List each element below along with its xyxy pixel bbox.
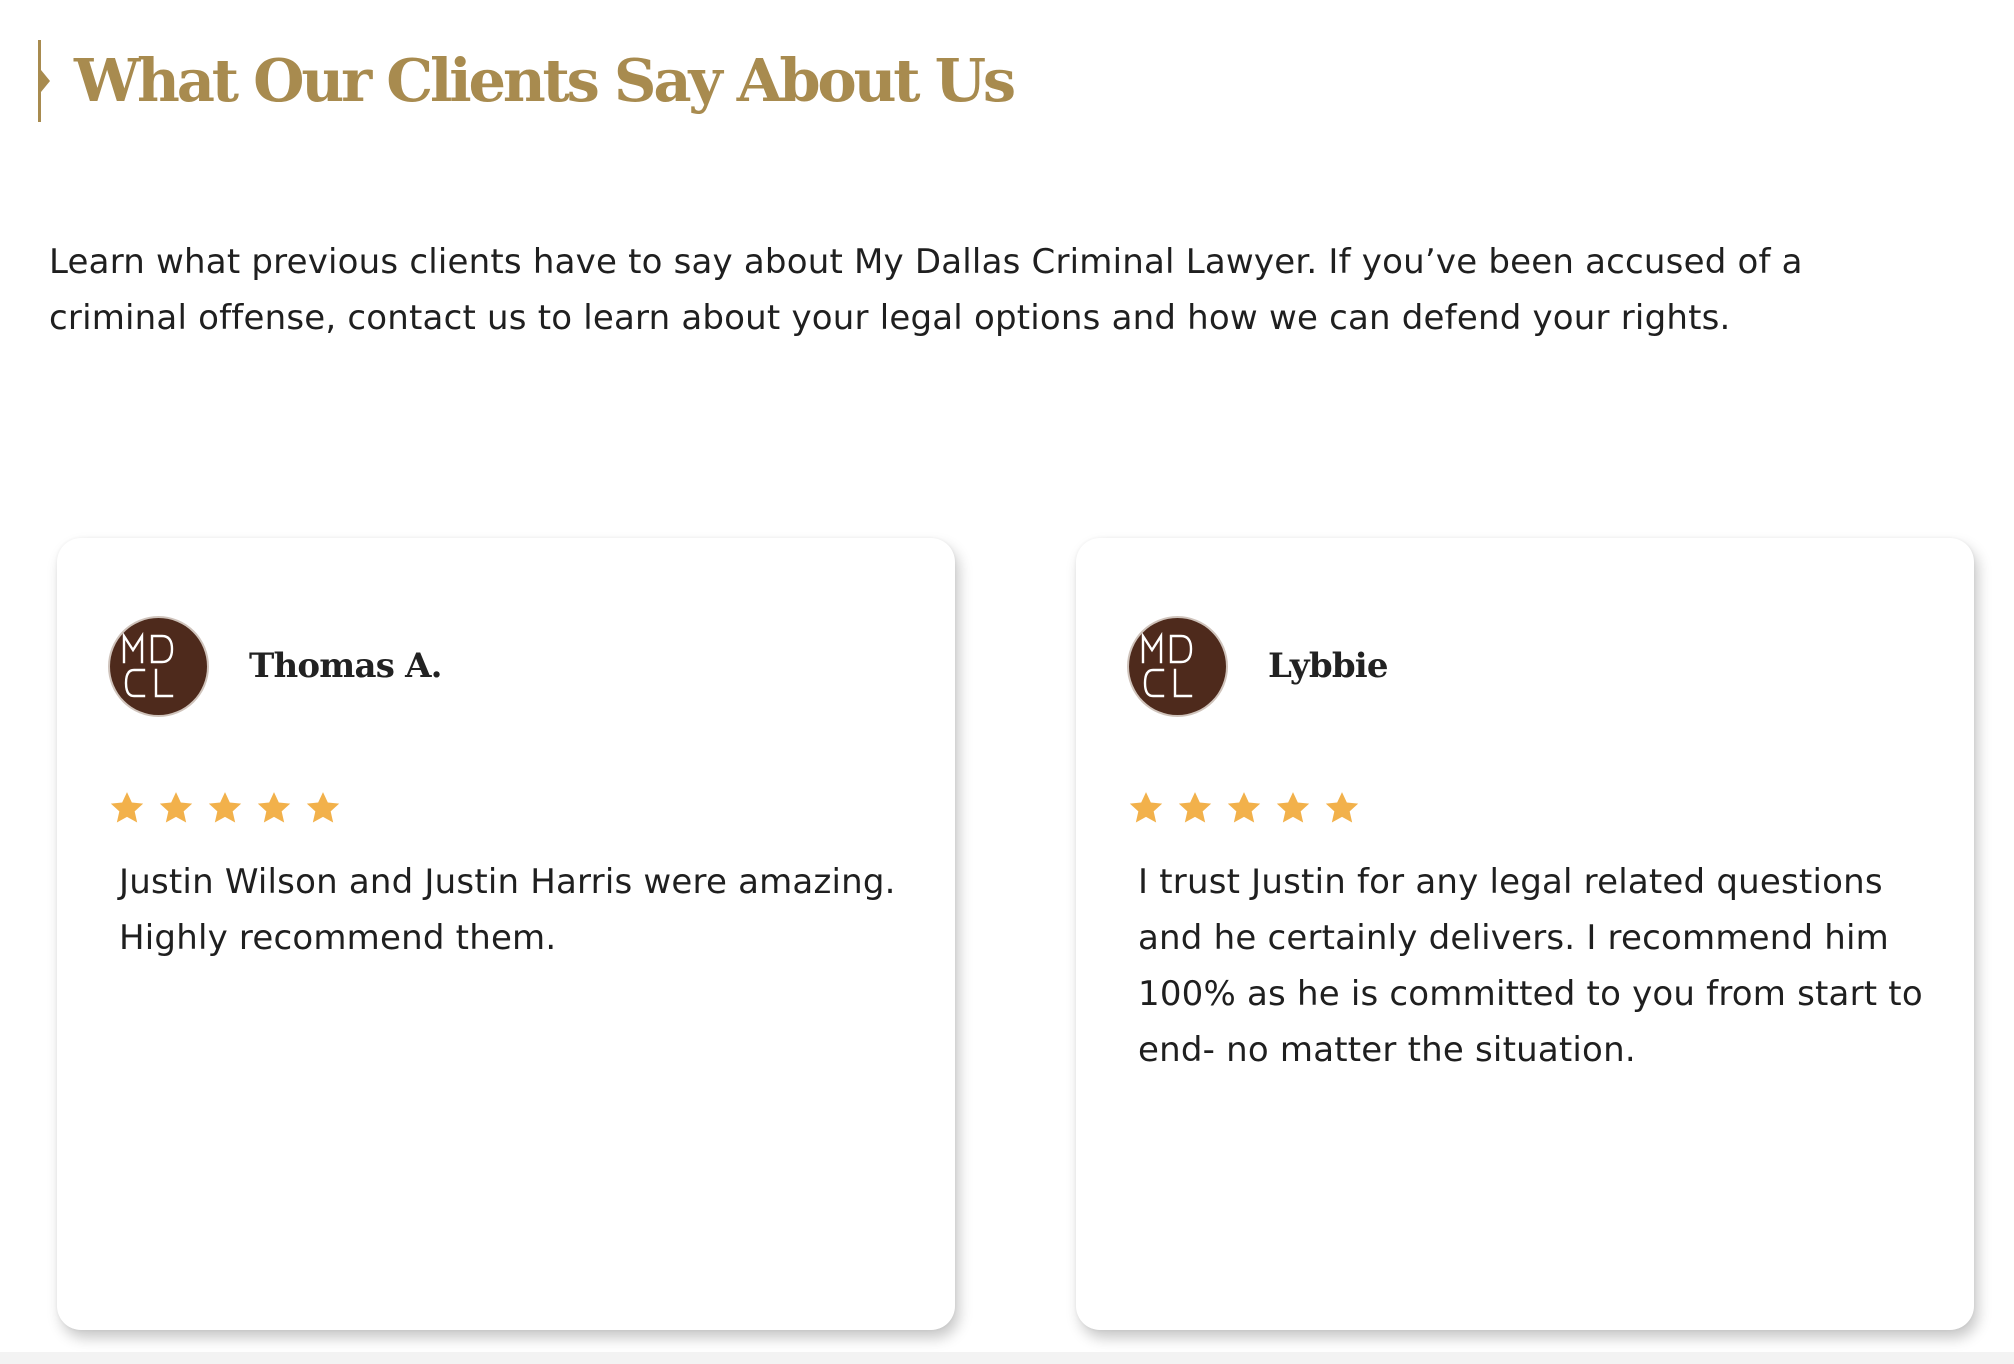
review-card: Lybbie I trust Justin for any legal rela… (1076, 538, 1974, 1330)
star-icon (1129, 792, 1163, 823)
star-icon (1227, 792, 1261, 823)
section-intro: Learn what previous clients have to say … (49, 242, 1803, 338)
star-icon (306, 792, 340, 823)
star-icon (159, 792, 193, 823)
review-text: I trust Justin for any legal related que… (1138, 862, 1923, 1070)
mdcl-logo-icon (122, 631, 174, 698)
reviewer-name: Lybbie (1268, 646, 1389, 686)
heading-accent-notch (41, 70, 50, 92)
star-icon (1178, 792, 1212, 823)
section-title: What Our Clients Say About Us (74, 46, 1016, 115)
review-text: Justin Wilson and Justin Harris were ama… (119, 862, 896, 958)
mdcl-logo-icon (1141, 631, 1193, 698)
star-icon (110, 792, 144, 823)
star-icon (257, 792, 291, 823)
star-icon (1276, 792, 1310, 823)
star-rating (107, 788, 343, 828)
avatar (1129, 618, 1226, 715)
star-rating (1126, 788, 1362, 828)
avatar (110, 618, 207, 715)
section-divider (0, 1352, 2014, 1364)
star-icon (1325, 792, 1359, 823)
reviewer-name: Thomas A. (249, 646, 443, 686)
review-card: Thomas A. Justin Wilson and Justin Harri… (57, 538, 955, 1330)
star-icon (208, 792, 242, 823)
